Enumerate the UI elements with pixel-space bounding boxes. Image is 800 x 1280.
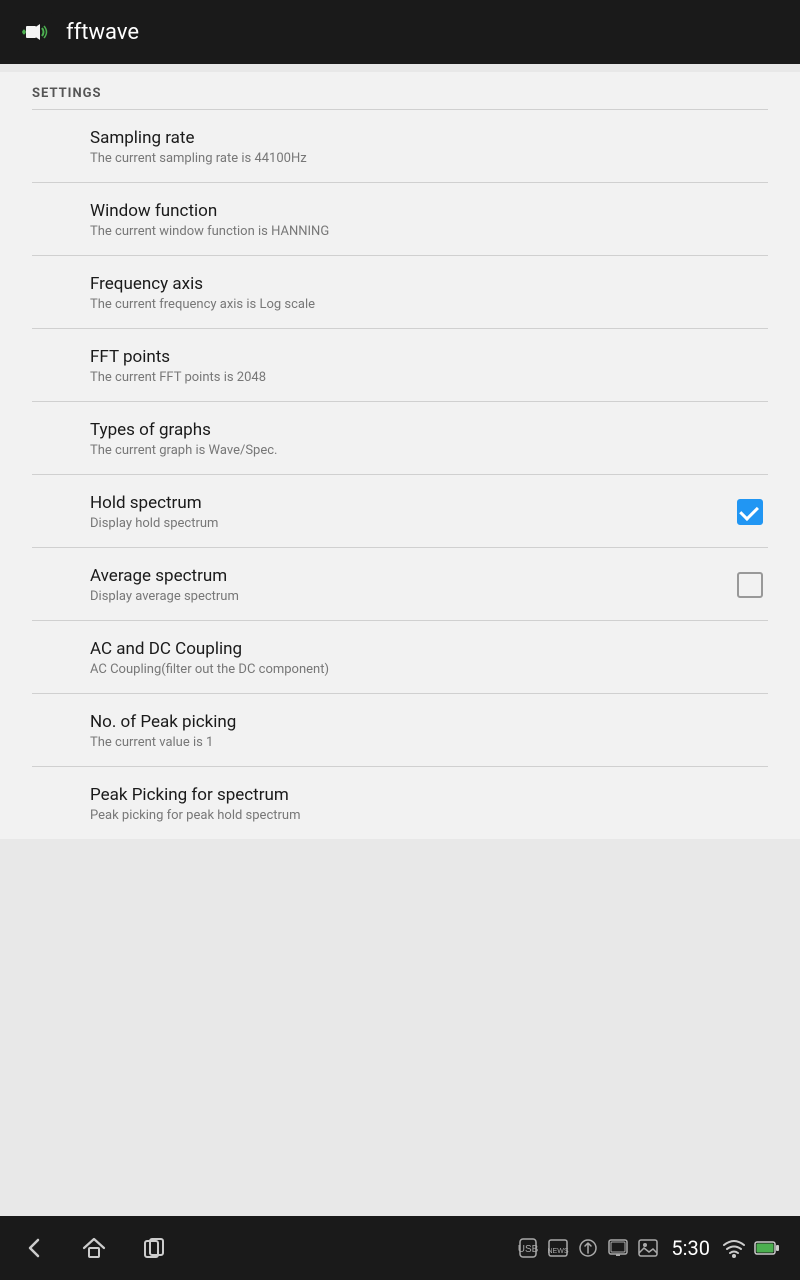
settings-item-average-spectrum[interactable]: Average spectrum Display average spectrum [0, 548, 800, 620]
settings-item-title-hold-spectrum: Hold spectrum [90, 493, 732, 513]
top-bar: fftwave [0, 0, 800, 64]
settings-item-title-sampling-rate: Sampling rate [90, 128, 768, 148]
settings-item-title-types-of-graphs: Types of graphs [90, 420, 768, 440]
settings-item-text-average-spectrum: Average spectrum Display average spectrum [90, 566, 732, 604]
settings-item-title-ac-dc-coupling: AC and DC Coupling [90, 639, 768, 659]
settings-item-text-hold-spectrum: Hold spectrum Display hold spectrum [90, 493, 732, 531]
news-icon: NEWS [547, 1237, 569, 1259]
app-icon [16, 13, 54, 51]
app-title: fftwave [66, 20, 139, 45]
time-display: 5:30 [671, 1236, 710, 1260]
checkbox-checked-icon [737, 499, 763, 525]
nav-home-button[interactable] [80, 1234, 108, 1262]
settings-item-text-sampling-rate: Sampling rate The current sampling rate i… [90, 128, 768, 166]
settings-item-title-peak-picking-spectrum: Peak Picking for spectrum [90, 785, 768, 805]
settings-item-hold-spectrum[interactable]: Hold spectrum Display hold spectrum [0, 475, 800, 547]
usb-storage-icon [577, 1237, 599, 1259]
settings-item-subtitle-peak-picking-count: The current value is 1 [90, 735, 768, 750]
settings-item-subtitle-average-spectrum: Display average spectrum [90, 589, 732, 604]
settings-item-text-window-function: Window function The current window functi… [90, 201, 768, 239]
settings-item-peak-picking-spectrum[interactable]: Peak Picking for spectrum Peak picking fo… [0, 767, 800, 839]
settings-item-title-window-function: Window function [90, 201, 768, 221]
settings-item-text-fft-points: FFT points The current FFT points is 2048 [90, 347, 768, 385]
settings-item-title-frequency-axis: Frequency axis [90, 274, 768, 294]
settings-item-types-of-graphs[interactable]: Types of graphs The current graph is Wave… [0, 402, 800, 474]
svg-text:USB: USB [518, 1244, 539, 1255]
settings-item-title-average-spectrum: Average spectrum [90, 566, 732, 586]
status-area: USB NEWS [517, 1236, 780, 1260]
settings-item-subtitle-ac-dc-coupling: AC Coupling(filter out the DC component) [90, 662, 768, 677]
settings-section: SETTINGS Sampling rate The current sampli… [0, 72, 800, 839]
settings-item-title-fft-points: FFT points [90, 347, 768, 367]
settings-item-subtitle-hold-spectrum: Display hold spectrum [90, 516, 732, 531]
settings-header: SETTINGS [0, 72, 800, 109]
settings-item-subtitle-types-of-graphs: The current graph is Wave/Spec. [90, 443, 768, 458]
settings-item-subtitle-frequency-axis: The current frequency axis is Log scale [90, 297, 768, 312]
settings-item-subtitle-fft-points: The current FFT points is 2048 [90, 370, 768, 385]
settings-item-window-function[interactable]: Window function The current window functi… [0, 183, 800, 255]
settings-item-subtitle-peak-picking-spectrum: Peak picking for peak hold spectrum [90, 808, 768, 823]
checkbox-hold-spectrum[interactable] [732, 494, 768, 530]
settings-item-sampling-rate[interactable]: Sampling rate The current sampling rate i… [0, 110, 800, 182]
settings-item-text-frequency-axis: Frequency axis The current frequency axis… [90, 274, 768, 312]
checkbox-unchecked-icon [737, 572, 763, 598]
nav-recents-button[interactable] [140, 1234, 168, 1262]
settings-item-text-peak-picking-spectrum: Peak Picking for spectrum Peak picking fo… [90, 785, 768, 823]
usb-icon: USB [517, 1237, 539, 1259]
settings-item-text-types-of-graphs: Types of graphs The current graph is Wave… [90, 420, 768, 458]
battery-icon [754, 1237, 780, 1259]
wifi-icon [722, 1237, 746, 1259]
settings-list: Sampling rate The current sampling rate i… [0, 110, 800, 839]
settings-item-fft-points[interactable]: FFT points The current FFT points is 2048 [0, 329, 800, 401]
bottom-bar: USB NEWS [0, 1216, 800, 1280]
settings-item-frequency-axis[interactable]: Frequency axis The current frequency axis… [0, 256, 800, 328]
settings-item-subtitle-window-function: The current window function is HANNING [90, 224, 768, 239]
settings-item-title-peak-picking-count: No. of Peak picking [90, 712, 768, 732]
screen-icon [607, 1237, 629, 1259]
image-icon [637, 1237, 659, 1259]
svg-text:NEWS: NEWS [548, 1248, 569, 1255]
settings-item-subtitle-sampling-rate: The current sampling rate is 44100Hz [90, 151, 768, 166]
nav-buttons [20, 1234, 168, 1262]
nav-back-button[interactable] [20, 1234, 48, 1262]
settings-item-text-ac-dc-coupling: AC and DC Coupling AC Coupling(filter out… [90, 639, 768, 677]
settings-item-text-peak-picking-count: No. of Peak picking The current value is … [90, 712, 768, 750]
checkbox-average-spectrum[interactable] [732, 567, 768, 603]
settings-item-ac-dc-coupling[interactable]: AC and DC Coupling AC Coupling(filter out… [0, 621, 800, 693]
main-content: SETTINGS Sampling rate The current sampli… [0, 64, 800, 1216]
settings-item-peak-picking-count[interactable]: No. of Peak picking The current value is … [0, 694, 800, 766]
